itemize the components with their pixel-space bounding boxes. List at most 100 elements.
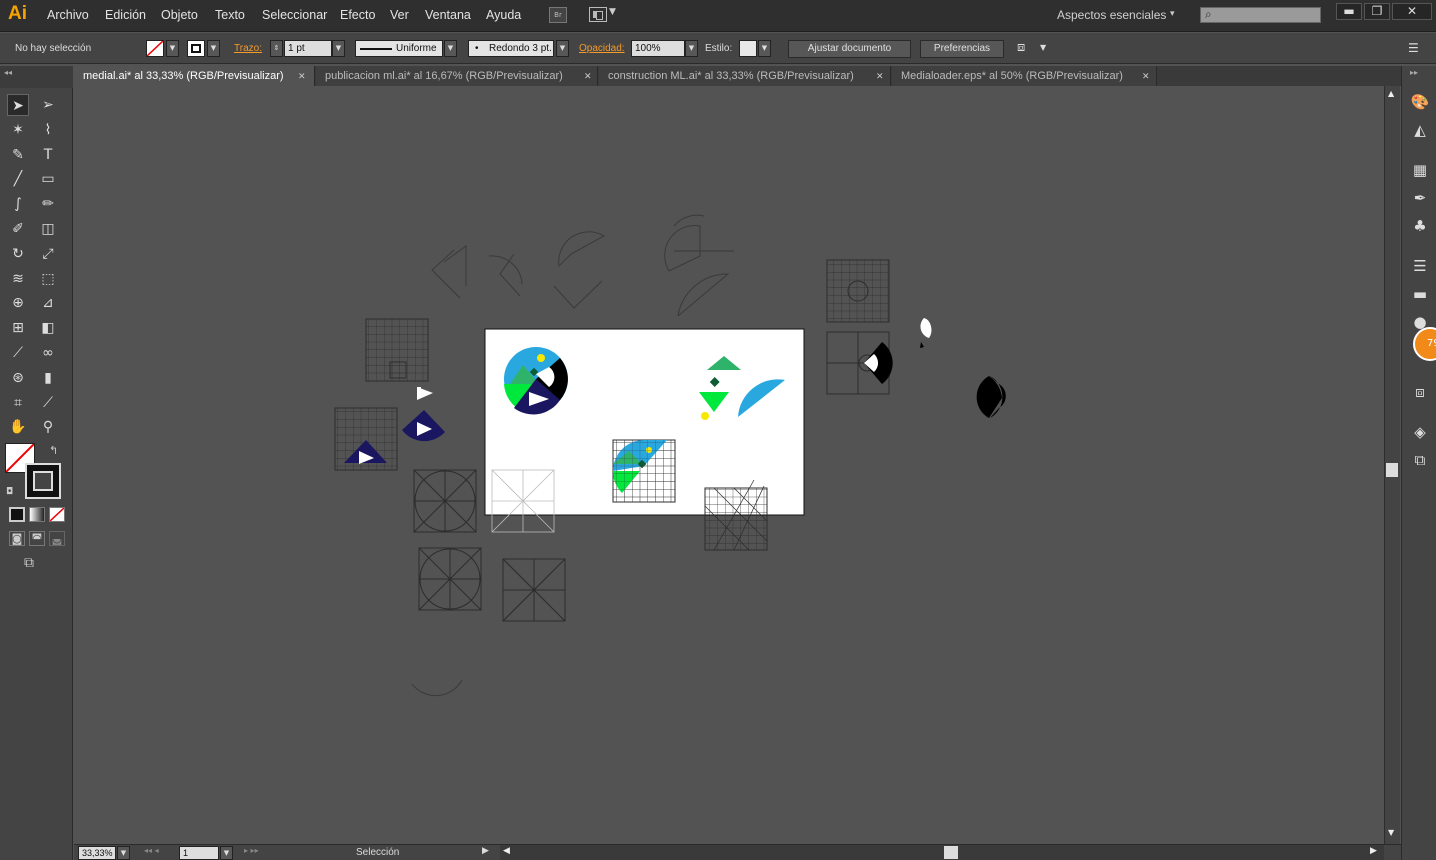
- pen-tool[interactable]: ✎: [7, 144, 29, 166]
- style-dropdown[interactable]: ▼: [758, 40, 771, 57]
- artboard-tool[interactable]: ⌗: [7, 392, 29, 414]
- gradient-panel-icon[interactable]: ▬: [1408, 282, 1432, 306]
- scroll-thumb[interactable]: [1386, 463, 1398, 477]
- stroke-stepper[interactable]: ⇕: [270, 40, 283, 57]
- lasso-tool[interactable]: ⌇: [37, 119, 59, 141]
- direct-selection-tool[interactable]: ➢: [37, 94, 59, 116]
- rectangle-tool[interactable]: ▭: [37, 168, 59, 190]
- chevron-down-icon[interactable]: ▾: [1170, 9, 1175, 19]
- scroll-right-icon[interactable]: ▶: [1370, 846, 1377, 856]
- menu-ayuda[interactable]: Ayuda: [486, 8, 521, 22]
- selection-tool[interactable]: ➤: [7, 94, 29, 116]
- stroke-panel-icon[interactable]: ☰: [1408, 254, 1432, 278]
- brush-definition[interactable]: • Redondo 3 pt.: [468, 40, 554, 57]
- close-button[interactable]: ✕: [1392, 3, 1432, 20]
- gradient-tool[interactable]: ◧: [37, 317, 59, 339]
- canvas[interactable]: [74, 86, 1384, 844]
- stroke-weight-field[interactable]: 1 pt: [284, 40, 332, 57]
- slice-tool[interactable]: ⟋: [37, 392, 59, 414]
- variable-width-profile[interactable]: Uniforme: [355, 40, 443, 57]
- swap-icon[interactable]: ↰: [49, 444, 58, 457]
- free-transform-tool[interactable]: ⬚: [37, 268, 59, 290]
- menu-ventana[interactable]: Ventana: [425, 8, 471, 22]
- brush-dropdown[interactable]: ▼: [556, 40, 569, 57]
- links-icon[interactable]: ⧉: [1408, 448, 1432, 472]
- close-icon[interactable]: ✕: [876, 66, 884, 86]
- color-guide-icon[interactable]: ◭: [1408, 118, 1432, 142]
- stroke-swatch[interactable]: [187, 40, 205, 57]
- gradient-mode-icon[interactable]: [29, 507, 45, 522]
- paintbrush-tool[interactable]: ∫: [7, 193, 29, 215]
- magic-wand-tool[interactable]: ✶: [7, 119, 29, 141]
- bridge-button[interactable]: Br: [549, 7, 567, 23]
- expand-icon[interactable]: ▸▸: [1410, 68, 1418, 77]
- scroll-up-icon[interactable]: ▲: [1388, 89, 1394, 98]
- tab-medial[interactable]: medial.ai* al 33,33% (RGB/Previsualizar)…: [74, 66, 315, 86]
- stroke-label[interactable]: Trazo:: [234, 43, 262, 54]
- draw-inside-icon[interactable]: ◛: [49, 531, 65, 546]
- hand-tool[interactable]: ✋: [7, 416, 29, 438]
- blob-brush-tool[interactable]: ✐: [7, 218, 29, 240]
- artboards-icon[interactable]: ⧈: [1408, 380, 1432, 404]
- close-icon[interactable]: ✕: [1142, 66, 1150, 86]
- menu-efecto[interactable]: Efecto: [340, 8, 375, 22]
- zoom-field[interactable]: 33,33%: [78, 846, 116, 860]
- brushes-icon[interactable]: ✒: [1408, 186, 1432, 210]
- draw-behind-icon[interactable]: ◚: [29, 531, 45, 546]
- fill-swatch[interactable]: [146, 40, 164, 57]
- stroke-box[interactable]: [25, 463, 61, 499]
- scale-tool[interactable]: ⤢: [37, 243, 59, 265]
- menu-ver[interactable]: Ver: [390, 8, 409, 22]
- symbol-sprayer-tool[interactable]: ⊛: [7, 367, 29, 389]
- blend-tool[interactable]: ∞: [37, 342, 59, 364]
- opacity-dropdown[interactable]: ▼: [685, 40, 698, 57]
- stroke-weight-dropdown[interactable]: ▼: [332, 40, 345, 57]
- chevron-down-icon[interactable]: ▼: [609, 7, 616, 17]
- status-menu-icon[interactable]: ▶: [482, 846, 489, 856]
- tab-construction[interactable]: construction ML.ai* al 33,33% (RGB/Previ…: [599, 66, 891, 86]
- workspace-switcher[interactable]: Aspectos esenciales: [1057, 8, 1166, 22]
- minimize-button[interactable]: ▬: [1336, 3, 1362, 20]
- eraser-tool[interactable]: ◫: [37, 218, 59, 240]
- swatches-icon[interactable]: ▦: [1408, 158, 1432, 182]
- close-icon[interactable]: ✕: [298, 66, 306, 86]
- rotate-tool[interactable]: ↻: [7, 243, 29, 265]
- shape-builder-tool[interactable]: ⊕: [7, 292, 29, 314]
- fill-dropdown[interactable]: ▼: [166, 40, 179, 57]
- chevron-down-icon[interactable]: ▼: [1040, 43, 1046, 52]
- style-swatch[interactable]: [739, 40, 757, 57]
- tools-panel-header[interactable]: ◂◂: [0, 66, 73, 88]
- horizontal-scrollbar[interactable]: ◀ ▶: [500, 845, 1384, 860]
- line-tool[interactable]: ╱: [7, 168, 29, 190]
- first-artboard-icon[interactable]: ◂◂ ◂: [144, 846, 159, 855]
- last-artboard-icon[interactable]: ▸ ▸▸: [244, 846, 259, 855]
- symbols-icon[interactable]: ♣: [1408, 214, 1432, 238]
- menu-texto[interactable]: Texto: [215, 8, 245, 22]
- restore-button[interactable]: ❐: [1364, 3, 1390, 20]
- screen-mode-icon[interactable]: ⧉: [24, 555, 46, 571]
- artboard-field[interactable]: 1: [179, 846, 219, 860]
- fill-stroke-widget[interactable]: [5, 443, 61, 499]
- panel-menu-icon[interactable]: ☰: [1408, 41, 1419, 55]
- menu-seleccionar[interactable]: Seleccionar: [262, 8, 327, 22]
- scroll-thumb-horizontal[interactable]: [944, 846, 958, 859]
- draw-normal-icon[interactable]: ◙: [9, 531, 25, 546]
- collapse-icon[interactable]: ◂◂: [4, 68, 12, 77]
- tab-medialoader[interactable]: Medialoader.eps* al 50% (RGB/Previsualiz…: [892, 66, 1157, 86]
- opacity-field[interactable]: 100%: [631, 40, 685, 57]
- menu-objeto[interactable]: Objeto: [161, 8, 198, 22]
- eyedropper-tool[interactable]: ⟋: [7, 342, 29, 364]
- align-icon[interactable]: ⧈: [1017, 40, 1037, 58]
- scroll-down-icon[interactable]: ▼: [1388, 828, 1394, 837]
- column-graph-tool[interactable]: ▮: [37, 367, 59, 389]
- stroke-dropdown[interactable]: ▼: [207, 40, 220, 57]
- color-panel-icon[interactable]: 🎨: [1408, 90, 1432, 114]
- perspective-grid-tool[interactable]: ⊿: [37, 292, 59, 314]
- none-mode-icon[interactable]: [49, 507, 65, 522]
- opacity-label[interactable]: Opacidad:: [579, 43, 625, 54]
- scroll-left-icon[interactable]: ◀: [503, 846, 510, 856]
- color-mode-icon[interactable]: [9, 507, 25, 522]
- zoom-dropdown[interactable]: ▼: [117, 846, 130, 860]
- width-tool[interactable]: ≋: [7, 268, 29, 290]
- preferences-button[interactable]: Preferencias: [920, 40, 1004, 58]
